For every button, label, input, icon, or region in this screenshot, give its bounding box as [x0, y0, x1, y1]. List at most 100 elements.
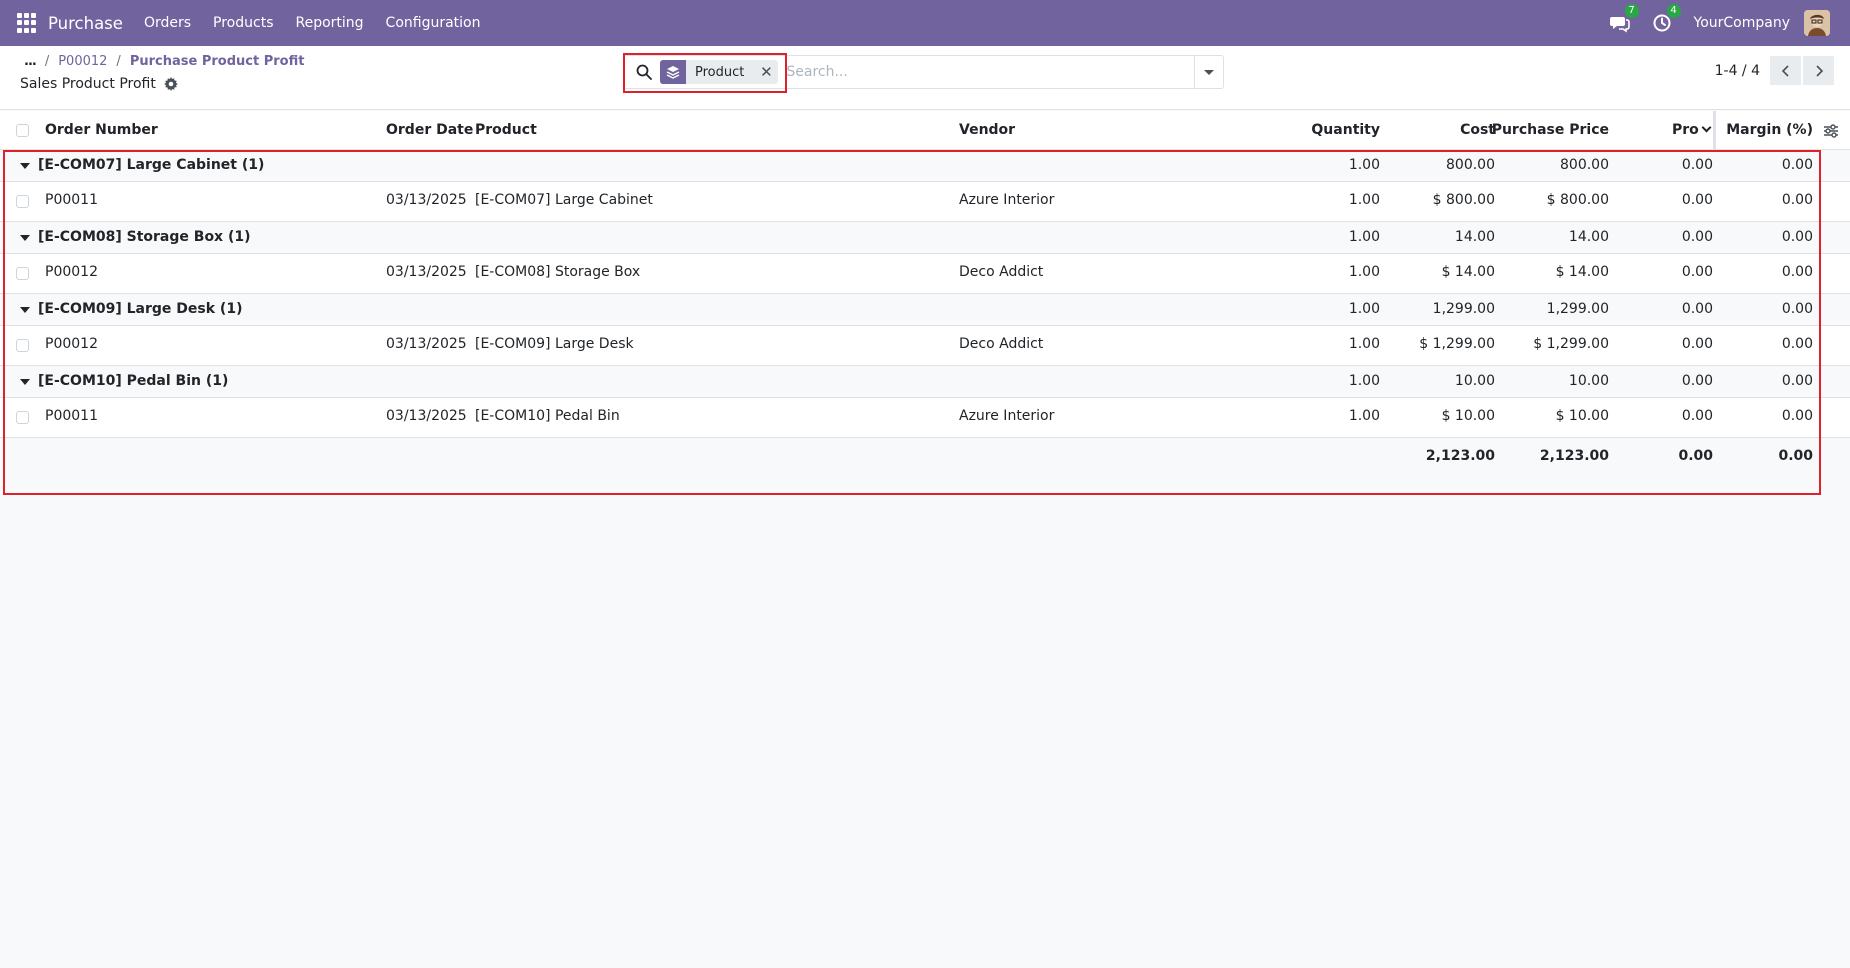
group-row[interactable]: [E-COM08] Storage Box (1) 1.00 14.00 14.…	[0, 222, 1850, 254]
column-header-profit[interactable]: Pro	[1672, 122, 1712, 138]
page-title: Sales Product Profit	[20, 76, 178, 92]
top-navbar: Purchase Orders Products Reporting Confi…	[0, 0, 1850, 46]
avatar[interactable]	[1804, 10, 1830, 36]
table-header: Order Number Order Date Product Vendor Q…	[0, 111, 1850, 150]
cell-cost: $ 14.00	[1441, 264, 1495, 280]
cell-product: [E-COM08] Storage Box	[475, 264, 641, 280]
pager-previous-button[interactable]	[1770, 56, 1801, 85]
list-view: Order Number Order Date Product Vendor Q…	[0, 111, 1850, 476]
chat-icon[interactable]: 7	[1609, 4, 1639, 33]
chevron-left-icon	[1781, 64, 1789, 77]
group-profit: 0.00	[1681, 229, 1713, 245]
cell-purchase-price: $ 800.00	[1546, 192, 1609, 208]
row-checkbox[interactable]	[16, 411, 29, 424]
caret-down-icon	[20, 307, 30, 313]
column-header-purchase-price[interactable]: Purchase Price	[1489, 122, 1609, 138]
search-input[interactable]	[786, 57, 1187, 87]
gear-icon[interactable]	[163, 77, 178, 91]
column-header-quantity[interactable]: Quantity	[1280, 122, 1380, 138]
table-row[interactable]: P00011 03/13/2025 [E-COM10] Pedal Bin Az…	[0, 398, 1850, 438]
cell-profit: 0.00	[1681, 264, 1713, 280]
group-name: [E-COM07] Large Cabinet (1)	[38, 157, 265, 173]
menu-orders[interactable]: Orders	[144, 15, 191, 31]
company-switcher[interactable]: YourCompany	[1694, 15, 1791, 31]
activities-count-badge: 4	[1666, 4, 1681, 18]
row-checkbox[interactable]	[16, 195, 29, 208]
column-header-product[interactable]: Product	[475, 122, 537, 138]
menu-products[interactable]: Products	[213, 15, 273, 31]
select-all-checkbox[interactable]	[16, 124, 29, 137]
pager-next-button[interactable]	[1803, 56, 1834, 85]
breadcrumb-ellipsis[interactable]: ...	[24, 54, 37, 69]
group-row[interactable]: [E-COM10] Pedal Bin (1) 1.00 10.00 10.00…	[0, 366, 1850, 398]
group-purchase-price: 1,299.00	[1546, 301, 1609, 317]
group-row[interactable]: [E-COM07] Large Cabinet (1) 1.00 800.00 …	[0, 150, 1850, 182]
group-quantity: 1.00	[1348, 301, 1380, 317]
cell-order-number: P00011	[45, 192, 98, 208]
group-by-facet: Product ✕	[660, 60, 779, 84]
table-row[interactable]: P00012 03/13/2025 [E-COM08] Storage Box …	[0, 254, 1850, 294]
table-row[interactable]: P00012 03/13/2025 [E-COM09] Large Desk D…	[0, 326, 1850, 366]
cell-vendor: Deco Addict	[959, 264, 1044, 280]
cell-order-date: 03/13/2025	[386, 336, 467, 352]
row-checkbox[interactable]	[16, 267, 29, 280]
group-purchase-price: 14.00	[1568, 229, 1609, 245]
clock-icon[interactable]: 4	[1652, 4, 1681, 33]
breadcrumb-item-purchase-product-profit[interactable]: Purchase Product Profit	[130, 54, 305, 69]
table-row[interactable]: P00011 03/13/2025 [E-COM07] Large Cabine…	[0, 182, 1850, 222]
search-bar: Product ✕	[623, 55, 1224, 89]
column-header-order-number[interactable]: Order Number	[45, 122, 158, 138]
layers-icon	[660, 60, 686, 84]
control-panel: ... / P00012 / Purchase Product Profit S…	[0, 46, 1850, 110]
cell-margin: 0.00	[1781, 264, 1813, 280]
group-profit: 0.00	[1681, 373, 1713, 389]
group-name: [E-COM10] Pedal Bin (1)	[38, 373, 229, 389]
search-icon	[636, 64, 652, 80]
search-options-toggle[interactable]	[1194, 56, 1223, 88]
chevron-right-icon	[1815, 64, 1823, 77]
group-row[interactable]: [E-COM09] Large Desk (1) 1.00 1,299.00 1…	[0, 294, 1850, 326]
column-header-order-date[interactable]: Order Date	[386, 122, 473, 138]
breadcrumb-item-p00012[interactable]: P00012	[58, 54, 107, 69]
column-header-vendor[interactable]: Vendor	[959, 122, 1015, 138]
breadcrumb-separator: /	[44, 54, 50, 69]
cell-order-date: 03/13/2025	[386, 192, 467, 208]
pager-value[interactable]: 1-4 / 4	[1715, 63, 1760, 79]
pager: 1-4 / 4	[1715, 56, 1834, 85]
menu-configuration[interactable]: Configuration	[386, 15, 481, 31]
cell-margin: 0.00	[1781, 336, 1813, 352]
column-header-margin[interactable]: Margin (%)	[1713, 122, 1813, 138]
group-name: [E-COM09] Large Desk (1)	[38, 301, 243, 317]
apps-grid-icon[interactable]	[17, 13, 37, 33]
group-purchase-price: 10.00	[1568, 373, 1609, 389]
cell-profit: 0.00	[1681, 408, 1713, 424]
group-profit: 0.00	[1681, 157, 1713, 173]
cell-quantity: 1.00	[1348, 408, 1380, 424]
close-icon[interactable]: ✕	[754, 63, 778, 81]
cell-cost: $ 1,299.00	[1419, 336, 1495, 352]
messages-count-badge: 7	[1624, 4, 1639, 18]
column-header-cost[interactable]: Cost	[1395, 122, 1495, 138]
column-header-profit-label: Pro	[1672, 122, 1699, 138]
group-quantity: 1.00	[1348, 229, 1380, 245]
optional-columns-icon[interactable]	[1823, 123, 1839, 139]
group-cost: 800.00	[1446, 157, 1495, 173]
row-checkbox[interactable]	[16, 339, 29, 352]
cell-order-number: P00012	[45, 336, 98, 352]
cell-quantity: 1.00	[1348, 264, 1380, 280]
group-margin: 0.00	[1781, 301, 1813, 317]
cell-order-date: 03/13/2025	[386, 264, 467, 280]
group-cost: 10.00	[1454, 373, 1495, 389]
cell-vendor: Deco Addict	[959, 336, 1044, 352]
group-purchase-price: 800.00	[1560, 157, 1609, 173]
sort-chevron-icon	[1701, 122, 1712, 133]
group-quantity: 1.00	[1348, 157, 1380, 173]
cell-profit: 0.00	[1681, 336, 1713, 352]
menu-reporting[interactable]: Reporting	[295, 15, 363, 31]
caret-down-icon	[20, 163, 30, 169]
cell-product: [E-COM10] Pedal Bin	[475, 408, 620, 424]
app-name[interactable]: Purchase	[48, 14, 123, 33]
breadcrumb: ... / P00012 / Purchase Product Profit	[24, 54, 304, 69]
cell-quantity: 1.00	[1348, 336, 1380, 352]
total-cost: 2,123.00	[1425, 448, 1495, 464]
